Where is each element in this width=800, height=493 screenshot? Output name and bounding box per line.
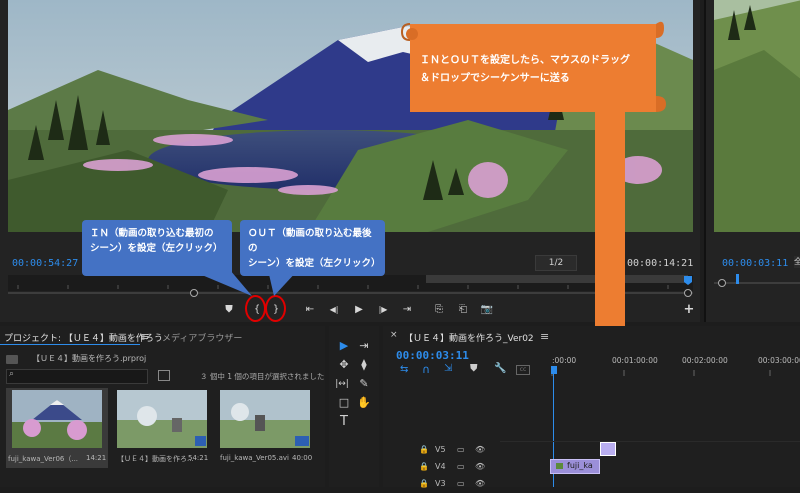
program-video-frame: [714, 0, 800, 232]
go-to-out-button[interactable]: ⇥: [398, 302, 416, 318]
in-callout-line2: シーン）を設定（左クリック）: [90, 243, 223, 254]
clip-fx-icon: [556, 463, 563, 469]
add-marker-timeline-icon[interactable]: ⛊: [470, 363, 478, 374]
program-zoom-handle[interactable]: [718, 279, 726, 287]
timeline-menu-icon[interactable]: ≡: [540, 330, 549, 343]
track-divider: [500, 441, 800, 442]
rectangle-tool-icon[interactable]: □: [336, 395, 352, 411]
track-name-v5: V5: [435, 445, 446, 454]
captions-icon[interactable]: cc: [516, 365, 530, 375]
razor-tool-icon[interactable]: ⧫: [356, 357, 372, 373]
step-back-button[interactable]: ◀|: [325, 302, 343, 318]
film-icon[interactable]: ▭: [457, 445, 465, 454]
go-to-in-button[interactable]: ⇤: [301, 302, 319, 318]
timeline-playhead-handle[interactable]: [551, 366, 557, 374]
film-icon[interactable]: ▭: [457, 462, 465, 471]
ruler-label-3: 00:02:00:00: [682, 356, 728, 365]
project-item-name-3: fuji_kawa_Ver05.avi: [220, 454, 289, 462]
drag-drop-clip-preview[interactable]: [600, 442, 616, 456]
track-v5: 🔒 V5 ▭ 👁: [383, 442, 800, 459]
in-callout: ＩＮ（動画の取り込む最初の シーン）を設定（左クリック）: [82, 220, 232, 276]
type-tool-icon[interactable]: T: [336, 414, 352, 430]
program-ruler[interactable]: [714, 282, 800, 284]
add-marker-button[interactable]: ⛊: [220, 302, 238, 318]
ripple-edit-tool-icon[interactable]: ✥: [336, 357, 352, 373]
program-fit-select[interactable]: 全: [794, 256, 800, 268]
search-input[interactable]: ⌕: [6, 369, 148, 384]
timeline-clip[interactable]: fuji_ka: [550, 459, 600, 474]
insert-button[interactable]: ⎘: [430, 302, 448, 318]
program-monitor: 00:00:03:11 全: [704, 0, 800, 322]
timeline-ruler-ticks[interactable]: [550, 366, 800, 378]
out-callout: ＯＵＴ（動画の取り込む最後の シーン）を設定（左クリック）: [240, 220, 385, 276]
eye-icon[interactable]: 👁: [475, 445, 485, 454]
close-sequence-icon[interactable]: ×: [390, 330, 398, 340]
source-current-timecode[interactable]: 00:00:54:27: [12, 258, 78, 269]
add-button[interactable]: +: [680, 302, 698, 318]
project-item-thumbnail-3[interactable]: [220, 390, 310, 448]
video-badge-icon: [295, 436, 309, 446]
folder-icon: [6, 355, 18, 364]
lock-icon[interactable]: 🔒: [419, 462, 429, 471]
program-playhead[interactable]: [736, 274, 739, 284]
linked-selection-icon[interactable]: ∩: [422, 363, 430, 376]
program-timecode[interactable]: 00:00:03:11: [722, 258, 788, 269]
project-item-name-2: 【ＵＥ４】動画を作ろ...: [117, 455, 194, 463]
slip-tool-icon[interactable]: |↔|: [334, 376, 350, 392]
hand-tool-icon[interactable]: ✋: [356, 395, 372, 411]
camera-icon[interactable]: 📷: [478, 302, 496, 318]
ruler-label-1: :00:00: [552, 356, 577, 365]
track-name-v4: V4: [435, 462, 446, 471]
clip-label: fuji_ka: [567, 461, 593, 470]
track-select-tool-icon[interactable]: ⇥: [356, 338, 372, 354]
ruler-label-4: 00:03:00:00: [758, 356, 800, 365]
tab-active-indicator: [0, 344, 140, 345]
project-item-duration-1: 14:21: [86, 454, 107, 462]
zoom-handle-right[interactable]: [684, 289, 692, 297]
tab-media-browser[interactable]: メディアブラウザー: [162, 331, 242, 344]
project-item-duration-2: 54:21: [188, 454, 209, 462]
search-icon: ⌕: [9, 369, 15, 379]
play-button[interactable]: ▶: [350, 302, 368, 318]
project-panel-menu-icon[interactable]: ≡: [140, 330, 149, 343]
step-forward-button[interactable]: |▶: [374, 302, 392, 318]
out-callout-pointer: [268, 270, 298, 296]
project-file-name: 【ＵＥ４】動画を作ろう.prproj: [32, 354, 147, 363]
out-callout-line2: シーン）を設定（左クリック）: [248, 258, 381, 269]
project-item-thumbnail-2[interactable]: [117, 390, 207, 448]
out-callout-line1: ＯＵＴ（動画の取り込む最後の: [248, 228, 372, 254]
project-item-thumbnail-1[interactable]: [12, 390, 102, 448]
banner-line1: ＩＮとＯＵＴを設定したら、マウスのドラッグ: [420, 55, 630, 66]
insert-sequence-icon[interactable]: ⇲: [444, 363, 452, 374]
find-bin-icon[interactable]: [158, 370, 170, 381]
eye-icon[interactable]: 👁: [475, 462, 485, 471]
project-item-name-1: fuji_kawa_Ver06（...: [8, 455, 79, 463]
selection-status: ３ 個中 1 個の項目が選択されました: [200, 372, 325, 381]
wrench-icon[interactable]: 🔧: [494, 363, 506, 374]
snap-icon[interactable]: ⇆: [400, 364, 408, 375]
project-item-duration-3: 40:00: [292, 454, 313, 462]
in-callout-line1: ＩＮ（動画の取り込む最初の: [90, 228, 214, 239]
timeline-timecode[interactable]: 00:00:03:11: [396, 349, 469, 362]
pen-tool-icon[interactable]: ✎: [356, 376, 372, 392]
ruler-label-2: 00:01:00:00: [612, 356, 658, 365]
track-v3: 🔒 V3 ▭ 👁: [383, 476, 800, 493]
banner-line2: ＆ドロップでシーケンサーに送る: [420, 73, 570, 84]
banner-text: ＩＮとＯＵＴを設定したら、マウスのドラッグ ＆ドロップでシーケンサーに送る: [420, 52, 660, 88]
lock-icon[interactable]: 🔒: [419, 445, 429, 454]
tab-sequence[interactable]: 【ＵＥ４】動画を作ろう_Ver02: [404, 331, 534, 344]
selection-tool-icon[interactable]: ▶: [336, 338, 352, 354]
overwrite-button[interactable]: ⎗: [454, 302, 472, 318]
sequence-badge-icon: [195, 436, 206, 446]
